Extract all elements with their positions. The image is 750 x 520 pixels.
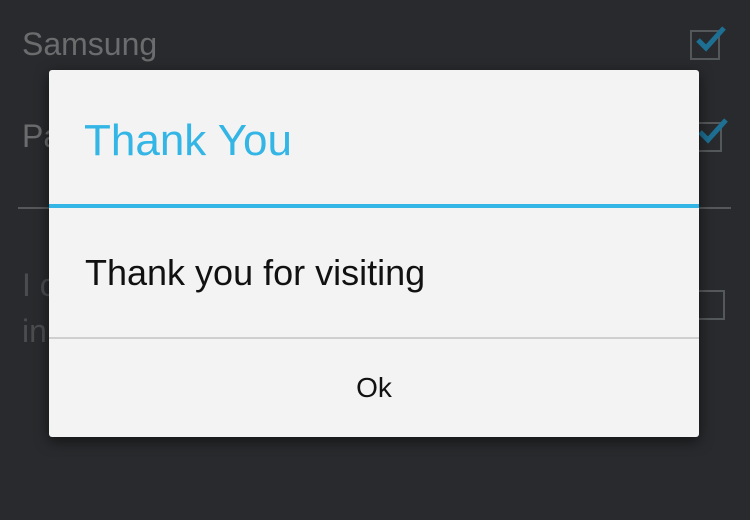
dialog-title: Thank You [84,116,292,165]
samsung-checkbox[interactable] [690,26,726,60]
dialog-message: Thank you for visiting [85,252,426,293]
thank-you-dialog: Thank You Thank you for visiting Ok [49,70,699,437]
ok-button-label: Ok [356,372,392,403]
title-divider [49,204,699,208]
list-item-samsung-label[interactable]: Samsung [22,26,157,63]
checkmark-icon [698,118,728,144]
third-checkbox[interactable] [695,290,725,320]
app-screen: Samsung Pa I c in Thank You Thank you fo… [0,0,750,520]
ok-button[interactable]: Ok [49,339,699,437]
checkmark-icon [696,26,726,52]
